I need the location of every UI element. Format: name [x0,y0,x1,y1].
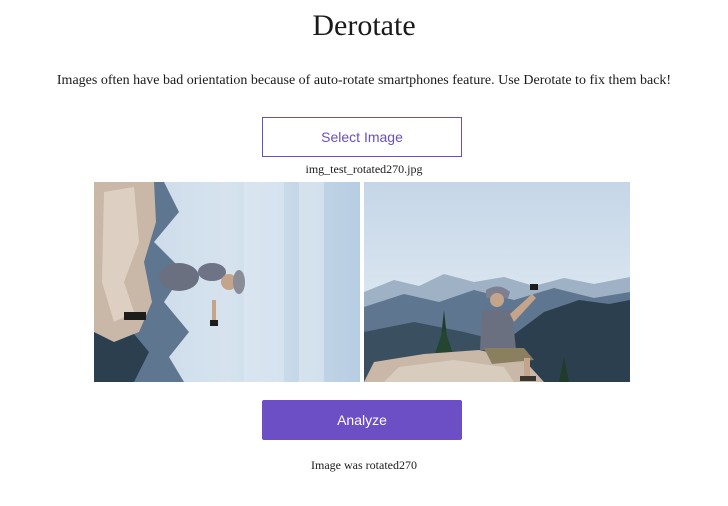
corrected-image-preview [364,182,630,382]
select-image-button[interactable]: Select Image [262,117,462,157]
selected-filename: img_test_rotated270.jpg [305,162,423,176]
original-image-preview [94,182,360,382]
result-text: Image was rotated270 [311,458,417,472]
corrected-photo [364,182,630,382]
analyze-button[interactable]: Analyze [262,400,462,440]
page-title: Derotate [312,9,416,42]
rotated-photo [94,182,360,382]
page-description: Images often have bad orientation becaus… [56,73,672,88]
